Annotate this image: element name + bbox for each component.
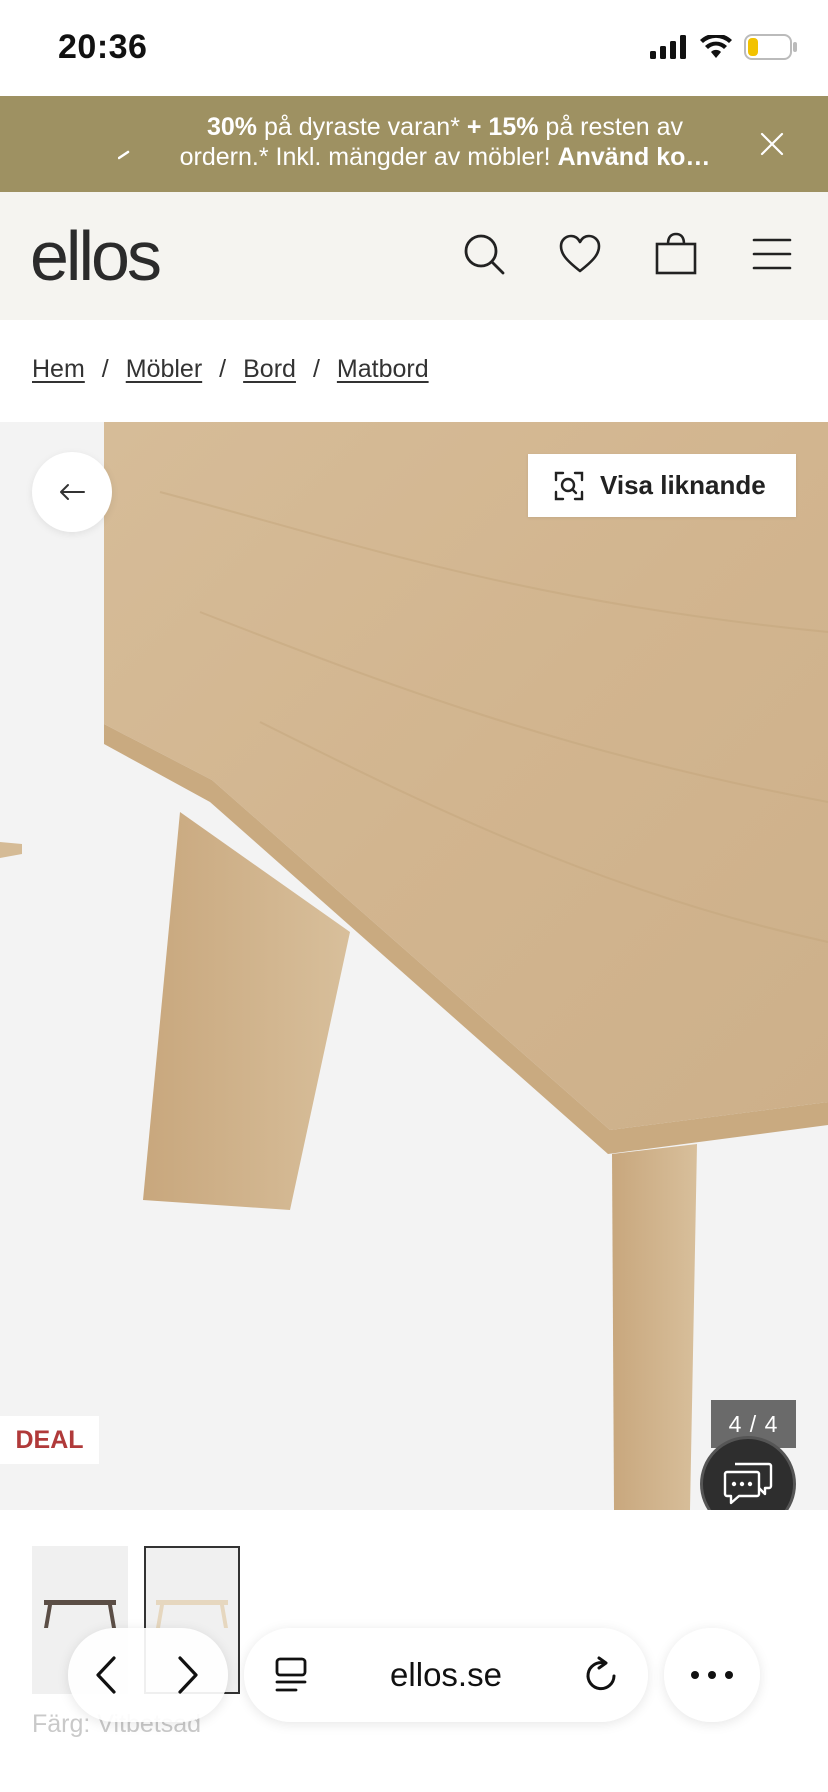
more-icon [691, 1671, 733, 1679]
table-photo [0, 422, 828, 1510]
more-button[interactable] [664, 1628, 760, 1722]
wifi-icon [700, 35, 732, 58]
breadcrumb-home[interactable]: Hem [32, 355, 85, 384]
browser-back-icon[interactable] [92, 1655, 120, 1695]
product-image[interactable] [0, 422, 828, 1510]
promo-text: 30% på dyraste varan* + 15% på resten av… [179, 113, 711, 171]
visual-search-icon [554, 471, 584, 500]
browser-nav [68, 1628, 228, 1722]
status-time: 20:36 [58, 28, 148, 66]
promo-tick-icon [118, 150, 130, 160]
deal-badge: DEAL [0, 1416, 99, 1464]
menu-icon[interactable] [750, 232, 794, 276]
breadcrumb-separator: / [219, 355, 227, 383]
status-icons [650, 34, 798, 60]
signal-icon [650, 35, 686, 59]
breadcrumb-matbord[interactable]: Matbord [337, 355, 429, 384]
logo[interactable]: ellos [30, 216, 162, 296]
battery-icon [744, 34, 797, 60]
breadcrumb-separator: / [101, 355, 109, 383]
search-icon[interactable] [462, 232, 506, 276]
breadcrumb: Hem / Möbler / Bord / Matbord [32, 355, 429, 384]
breadcrumb-mobler[interactable]: Möbler [126, 355, 202, 384]
browser-toolbar: ellos.se [0, 1620, 828, 1792]
browser-forward-icon[interactable] [174, 1655, 202, 1695]
site-header: ellos [0, 192, 828, 320]
heart-icon[interactable] [558, 232, 602, 276]
promo-banner[interactable]: 30% på dyraste varan* + 15% på resten av… [0, 96, 828, 192]
bag-icon[interactable] [654, 232, 698, 276]
show-similar-button[interactable]: Visa liknande [528, 454, 796, 517]
chat-icon [723, 1462, 773, 1505]
arrow-left-icon [60, 484, 85, 500]
breadcrumb-bord[interactable]: Bord [243, 355, 296, 384]
address-bar[interactable]: ellos.se [244, 1628, 648, 1722]
reload-icon[interactable] [584, 1656, 620, 1694]
breadcrumb-separator: / [312, 355, 320, 383]
status-bar: 20:36 [0, 0, 828, 96]
back-button[interactable] [32, 452, 112, 532]
show-similar-label: Visa liknande [600, 470, 766, 500]
promo-close-icon[interactable] [759, 131, 785, 157]
